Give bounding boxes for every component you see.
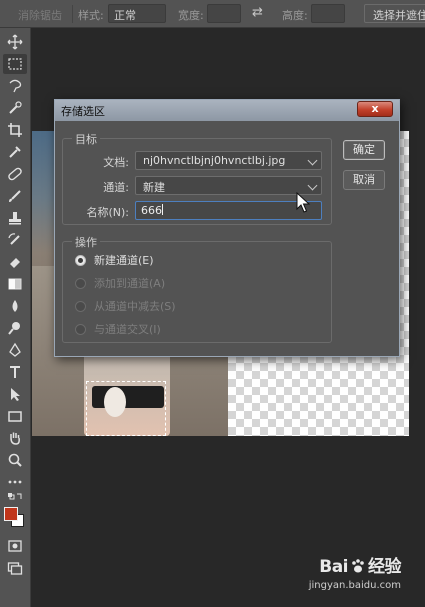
dodge-icon[interactable] <box>3 318 27 338</box>
select-and-mask-button[interactable]: 选择并遮住... <box>364 4 425 23</box>
height-label: 高度: <box>282 9 308 22</box>
destination-group-title: 目标 <box>72 131 100 147</box>
rectangle-icon[interactable] <box>3 406 27 426</box>
move-icon[interactable] <box>3 32 27 52</box>
foreground-color-swatch[interactable] <box>4 507 18 521</box>
marching-ants-selection <box>86 381 166 436</box>
document-label: 文档: <box>103 156 129 169</box>
gradient-icon[interactable] <box>3 274 27 294</box>
pen-icon[interactable] <box>3 340 27 360</box>
marquee-icon[interactable] <box>3 54 27 74</box>
radio-dot <box>75 300 86 312</box>
divider <box>72 5 73 23</box>
ok-button[interactable]: 确定 <box>343 140 385 160</box>
width-input[interactable] <box>207 4 241 23</box>
blur-icon[interactable] <box>3 296 27 316</box>
type-icon[interactable] <box>3 362 27 382</box>
style-select[interactable]: 正常 <box>108 4 166 23</box>
channel-value: 新建 <box>143 181 165 194</box>
swap-dimensions-icon[interactable]: ⇄ <box>252 5 266 21</box>
name-label: 名称(N): <box>86 206 129 219</box>
chevron-down-icon <box>307 155 318 166</box>
chevron-down-icon <box>307 180 318 191</box>
radio-dot <box>75 323 86 335</box>
screen-mode-icon[interactable] <box>3 558 27 578</box>
paw-icon <box>352 559 364 573</box>
cancel-button[interactable]: 取消 <box>343 170 385 190</box>
swap-colors-icon[interactable] <box>3 490 27 504</box>
hand-icon[interactable] <box>3 428 27 448</box>
close-icon: x <box>371 102 379 115</box>
width-label: 宽度: <box>178 9 204 22</box>
radio-dot <box>75 254 86 266</box>
healing-brush-icon[interactable] <box>3 164 27 184</box>
channel-name-input[interactable]: 666 <box>135 201 322 220</box>
document-select[interactable]: nj0hvnctlbjnj0hvnctlbj.jpg <box>135 151 322 170</box>
tools-panel <box>0 28 31 607</box>
radio-dot <box>75 277 86 289</box>
channel-name-value: 666 <box>141 204 162 217</box>
radio-new-channel[interactable]: 新建通道(E) <box>75 253 154 267</box>
clone-stamp-icon[interactable] <box>3 208 27 228</box>
path-select-icon[interactable] <box>3 384 27 404</box>
crop-icon[interactable] <box>3 120 27 140</box>
radio-add-to-channel: 添加到通道(A) <box>75 276 165 290</box>
quick-select-icon[interactable] <box>3 98 27 118</box>
history-brush-icon[interactable] <box>3 230 27 250</box>
channel-select[interactable]: 新建 <box>135 176 322 195</box>
watermark-url: jingyan.baidu.com <box>308 580 401 591</box>
eyedropper-icon[interactable] <box>3 142 27 162</box>
channel-label: 通道: <box>103 181 129 194</box>
radio-subtract-from-channel: 从通道中减去(S) <box>75 299 176 313</box>
style-label: 样式: <box>78 9 104 22</box>
lasso-icon[interactable] <box>3 76 27 96</box>
mouse-pointer-icon <box>296 192 311 213</box>
watermark-brand-left: Bai <box>319 557 348 577</box>
style-value: 正常 <box>114 9 136 22</box>
zoom-icon[interactable] <box>3 450 27 470</box>
dialog-title: 存储选区 <box>61 105 105 118</box>
save-selection-dialog: 存储选区 x 目标 文档: nj0hvnctlbjnj0hvnctlbj.jpg… <box>54 99 400 357</box>
dialog-titlebar[interactable]: 存储选区 x <box>55 100 399 121</box>
text-caret <box>162 204 163 215</box>
anti-alias-label[interactable]: 消除锯齿 <box>18 7 62 23</box>
options-bar: 消除锯齿 样式: 正常 宽度: ⇄ 高度: 选择并遮住... <box>0 0 425 28</box>
document-value: nj0hvnctlbjnj0hvnctlbj.jpg <box>143 154 286 167</box>
eraser-icon[interactable] <box>3 252 27 272</box>
brush-icon[interactable] <box>3 186 27 206</box>
close-button[interactable]: x <box>357 101 393 117</box>
quick-mask-icon[interactable] <box>3 536 27 556</box>
baidu-watermark: Bai 经验 <box>319 552 401 577</box>
height-input[interactable] <box>311 4 345 23</box>
color-swatch-icon[interactable] <box>3 505 27 531</box>
watermark-brand-right: 经验 <box>368 557 402 577</box>
radio-intersect-with-channel: 与通道交叉(I) <box>75 322 161 336</box>
operation-group-title: 操作 <box>72 234 100 250</box>
